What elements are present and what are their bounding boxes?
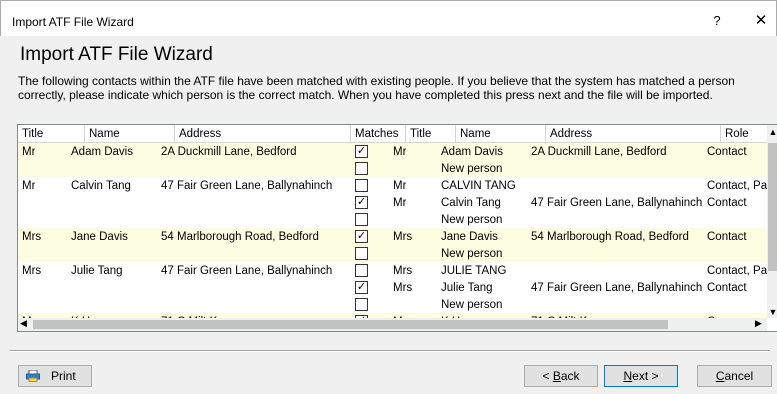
match-title: Mrs [393, 282, 413, 294]
match-address: 2A Duckmill Lane, Bedford [531, 146, 667, 158]
contact-name: Adam Davis [71, 146, 133, 158]
horizontal-scroll-thumb[interactable] [33, 320, 668, 329]
contact-title: Mrs [22, 231, 42, 243]
back-label: ack [560, 369, 580, 383]
scroll-up-icon[interactable]: ▲ [767, 127, 777, 137]
back-prefix: < [542, 369, 553, 383]
match-title: Mr [393, 197, 407, 209]
contact-title: Mr [22, 180, 36, 192]
match-name: Calvin Tang [441, 197, 501, 209]
next-button[interactable]: Next > [604, 365, 678, 387]
scroll-left-icon[interactable]: ◀ [20, 318, 27, 329]
match-checkbox[interactable] [355, 162, 368, 175]
grid-body: Mr Adam Davis 2A Duckmill Lane, Bedford ✓ Mr… [18, 143, 767, 319]
close-button[interactable]: ✕ [749, 11, 773, 29]
match-name: Jane Davis [441, 231, 498, 243]
cancel-label: ancel [724, 369, 754, 383]
header-match-address[interactable]: Address [546, 125, 721, 143]
header-matches[interactable]: Matches [351, 125, 406, 143]
contact-name: Julie Tang [71, 265, 123, 277]
match-checkbox[interactable]: ✓ [355, 230, 368, 243]
window-title: Import ATF File Wizard [12, 15, 134, 29]
contact-title: Mrs [22, 265, 42, 277]
match-checkbox[interactable]: ✓ [355, 196, 368, 209]
match-checkbox[interactable] [355, 179, 368, 192]
match-checkbox[interactable] [355, 298, 368, 311]
match-checkbox[interactable]: ✓ [355, 145, 368, 158]
contact-address: 47 Fair Green Lane, Ballynahinch [161, 265, 333, 277]
match-name: New person [441, 214, 503, 226]
contact-name: Calvin Tang [71, 180, 131, 192]
match-role: Contact, Par [707, 265, 767, 277]
match-name: Julie Tang [441, 282, 493, 294]
back-accelerator: B [552, 369, 561, 383]
matches-grid[interactable]: Title Name Address Matches Title Name Address R… [17, 124, 777, 332]
match-role: Contact [707, 146, 747, 158]
contact-group[interactable]: Mr Adam Davis 2A Duckmill Lane, Bedford ✓ Mr… [18, 143, 767, 177]
match-checkbox[interactable] [355, 213, 368, 226]
grid-header: Title Name Address Matches Title Name Address R… [18, 125, 777, 143]
back-button[interactable]: < Back [524, 365, 598, 387]
match-name: New person [441, 163, 503, 175]
match-checkbox[interactable] [355, 247, 368, 260]
match-title: Mrs [393, 231, 413, 243]
match-name: New person [441, 248, 503, 260]
header-match-name[interactable]: Name [456, 125, 546, 143]
contact-title: Mr [22, 146, 36, 158]
scroll-down-icon[interactable]: ▼ [767, 307, 777, 317]
match-address: 47 Fair Green Lane, Ballynahinch [531, 197, 703, 209]
contact-group[interactable]: Mrs Jane Davis 54 Marlborough Road, Bedfor… [18, 228, 767, 262]
footer-divider [10, 350, 770, 352]
print-button[interactable]: Print [18, 365, 92, 387]
vertical-scrollbar[interactable]: ▲ ▼ [767, 125, 777, 318]
header-address[interactable]: Address [175, 125, 351, 143]
next-accelerator: N [623, 369, 633, 383]
print-button-label: Print [51, 369, 76, 383]
contact-address: 2A Duckmill Lane, Bedford [161, 146, 297, 158]
match-title: Mr [393, 180, 407, 192]
match-address: 47 Fair Green Lane, Ballynahinch [531, 282, 703, 294]
next-label: ext > [632, 369, 659, 383]
match-address: 54 Marlborough Road, Bedford [531, 231, 689, 243]
match-role: Contact, Par [707, 180, 767, 192]
contact-name: Jane Davis [71, 231, 128, 243]
page-title: Import ATF File Wizard [20, 44, 213, 65]
help-button[interactable]: ? [707, 13, 727, 28]
match-title: Mrs [393, 265, 413, 277]
vertical-scroll-thumb[interactable] [768, 143, 777, 271]
match-role: Contact [707, 282, 747, 294]
match-name: New person [441, 299, 503, 311]
horizontal-scrollbar[interactable]: ◀ ▶ [18, 318, 767, 331]
match-checkbox[interactable] [355, 264, 368, 277]
match-name: Adam Davis [441, 146, 503, 158]
contact-address: 54 Marlborough Road, Bedford [161, 231, 319, 243]
instructions-text: The following contacts within the ATF fi… [18, 74, 735, 102]
printer-icon [26, 370, 40, 382]
match-role: Contact [707, 231, 747, 243]
contact-group[interactable]: Mr Calvin Tang 47 Fair Green Lane, Ballyna… [18, 177, 767, 228]
scroll-right-icon[interactable]: ▶ [755, 318, 762, 329]
cancel-button[interactable]: Cancel [697, 365, 772, 387]
match-name: JULIE TANG [441, 265, 507, 277]
match-role: Contact [707, 197, 747, 209]
header-match-title[interactable]: Title [406, 125, 456, 143]
match-name: CALVIN TANG [441, 180, 516, 192]
contact-address: 47 Fair Green Lane, Ballynahinch [161, 180, 333, 192]
match-title: Mr [393, 146, 407, 158]
header-name[interactable]: Name [85, 125, 175, 143]
match-checkbox[interactable]: ✓ [355, 281, 368, 294]
header-title[interactable]: Title [18, 125, 85, 143]
contact-group[interactable]: Mrs Julie Tang 47 Fair Green Lane, Ballyna… [18, 262, 767, 313]
title-bar: Import ATF File Wizard ? ✕ [0, 0, 777, 36]
